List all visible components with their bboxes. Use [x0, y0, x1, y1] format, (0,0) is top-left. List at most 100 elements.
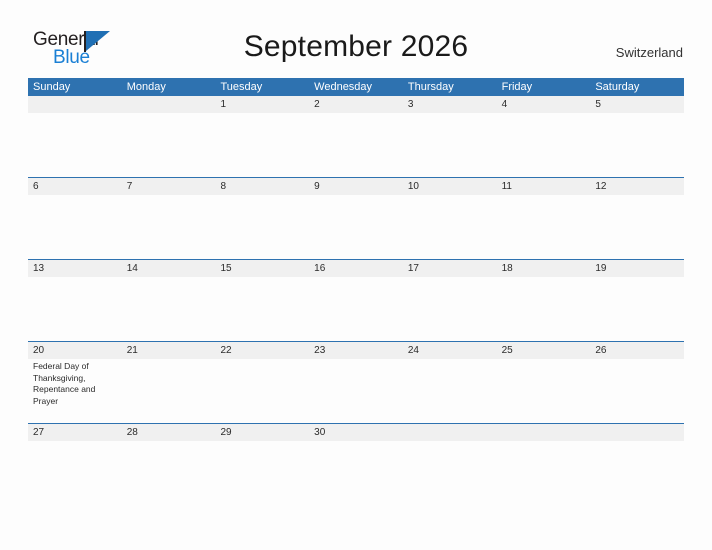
- day-cell[interactable]: [497, 359, 591, 423]
- day-header-sunday: Sunday: [33, 81, 71, 93]
- week-event-strip: [28, 441, 684, 505]
- day-cell[interactable]: [215, 195, 309, 259]
- day-cell[interactable]: [590, 113, 684, 177]
- day-cell[interactable]: [403, 195, 497, 259]
- day-number[interactable]: 25: [497, 342, 591, 359]
- page-title: September 2026: [243, 30, 469, 63]
- day-cell[interactable]: [497, 195, 591, 259]
- calendar-weeks: 1 2 3 4 5 6 7 8 9 10 11 12 13 14 15 16 17 18 19 20 21 22 23 24 2…: [28, 96, 684, 505]
- day-number-empty: [497, 424, 591, 441]
- day-number-empty: [28, 96, 122, 113]
- page-header: General Blue September 2026 Switzerland: [0, 0, 712, 78]
- calendar-week-row: 13 14 15 16 17 18 19: [28, 259, 684, 341]
- holiday-event-label: Federal Day of Thanksgiving, Repentance …: [33, 361, 96, 406]
- week-date-number-strip: 20 21 22 23 24 25 26: [28, 342, 684, 359]
- day-cell[interactable]: [215, 441, 309, 505]
- day-number[interactable]: 17: [403, 260, 497, 277]
- day-header-wednesday: Wednesday: [314, 81, 373, 93]
- day-number[interactable]: 11: [497, 178, 591, 195]
- day-number[interactable]: 27: [28, 424, 122, 441]
- day-number[interactable]: 4: [497, 96, 591, 113]
- day-number-empty: [403, 424, 497, 441]
- day-header-monday: Monday: [126, 81, 166, 93]
- week-date-number-strip: 13 14 15 16 17 18 19: [28, 260, 684, 277]
- day-header-saturday: Saturday: [595, 81, 640, 93]
- day-number[interactable]: 10: [403, 178, 497, 195]
- day-number[interactable]: 1: [215, 96, 309, 113]
- day-cell: [497, 441, 591, 505]
- day-cell[interactable]: [590, 195, 684, 259]
- calendar-week-row: 12345: [28, 96, 684, 177]
- day-cell[interactable]: [122, 359, 216, 423]
- week-date-number-strip: 27 28 29 30: [28, 424, 684, 441]
- day-number[interactable]: 20: [28, 342, 122, 359]
- day-cell[interactable]: [403, 359, 497, 423]
- day-header-thursday: Thursday: [407, 81, 454, 93]
- week-date-number-strip: 12345: [28, 96, 684, 113]
- day-cell: [590, 441, 684, 505]
- day-cell[interactable]: [309, 195, 403, 259]
- day-cell[interactable]: [28, 441, 122, 505]
- day-number[interactable]: 12: [590, 178, 684, 195]
- day-number-empty: [590, 424, 684, 441]
- day-number[interactable]: 5: [590, 96, 684, 113]
- day-number[interactable]: 7: [122, 178, 216, 195]
- day-cell[interactable]: [309, 113, 403, 177]
- day-number[interactable]: 23: [309, 342, 403, 359]
- day-cell[interactable]: [309, 277, 403, 341]
- week-event-strip: [28, 277, 684, 341]
- day-cell[interactable]: Federal Day of Thanksgiving, Repentance …: [28, 359, 122, 423]
- day-number[interactable]: 14: [122, 260, 216, 277]
- day-cell[interactable]: [309, 359, 403, 423]
- day-number[interactable]: 29: [215, 424, 309, 441]
- day-number[interactable]: 30: [309, 424, 403, 441]
- day-cell[interactable]: [497, 113, 591, 177]
- day-cell[interactable]: [590, 277, 684, 341]
- day-cell[interactable]: [28, 277, 122, 341]
- day-cell[interactable]: [28, 195, 122, 259]
- week-date-number-strip: 6 7 8 9 10 11 12: [28, 178, 684, 195]
- day-of-week-header-row: Sunday Monday Tuesday Wednesday Thursday…: [28, 78, 684, 96]
- day-cell[interactable]: [403, 277, 497, 341]
- day-cell[interactable]: [122, 195, 216, 259]
- day-cell[interactable]: [215, 277, 309, 341]
- day-number[interactable]: 18: [497, 260, 591, 277]
- day-number[interactable]: 9: [309, 178, 403, 195]
- week-event-strip: [28, 195, 684, 259]
- calendar-grid: Sunday Monday Tuesday Wednesday Thursday…: [28, 78, 684, 505]
- calendar-page: General Blue September 2026 Switzerland …: [0, 0, 712, 550]
- day-number[interactable]: 24: [403, 342, 497, 359]
- country-label: Switzerland: [615, 45, 683, 60]
- day-cell[interactable]: [122, 441, 216, 505]
- week-event-strip: [28, 113, 684, 177]
- day-number[interactable]: 3: [403, 96, 497, 113]
- day-cell[interactable]: [215, 359, 309, 423]
- day-header-friday: Friday: [501, 81, 533, 93]
- day-cell: [122, 113, 216, 177]
- day-number[interactable]: 15: [215, 260, 309, 277]
- calendar-week-row: 27 28 29 30: [28, 423, 684, 505]
- day-cell[interactable]: [309, 441, 403, 505]
- calendar-week-row: 20 21 22 23 24 25 26 Federal Day of Thanksgivin…: [28, 341, 684, 423]
- week-event-strip: Federal Day of Thanksgiving, Repentance …: [28, 359, 684, 423]
- day-number[interactable]: 6: [28, 178, 122, 195]
- day-cell[interactable]: [590, 359, 684, 423]
- day-number[interactable]: 16: [309, 260, 403, 277]
- day-number[interactable]: 13: [28, 260, 122, 277]
- day-number[interactable]: 22: [215, 342, 309, 359]
- day-number[interactable]: 26: [590, 342, 684, 359]
- day-cell: [403, 441, 497, 505]
- day-number[interactable]: 8: [215, 178, 309, 195]
- day-number[interactable]: 19: [590, 260, 684, 277]
- calendar-week-row: 6 7 8 9 10 11 12: [28, 177, 684, 259]
- day-header-tuesday: Tuesday: [220, 81, 263, 93]
- day-cell: [28, 113, 122, 177]
- day-cell[interactable]: [403, 113, 497, 177]
- day-cell[interactable]: [215, 113, 309, 177]
- day-number[interactable]: 28: [122, 424, 216, 441]
- day-number-empty: [122, 96, 216, 113]
- day-cell[interactable]: [497, 277, 591, 341]
- day-cell[interactable]: [122, 277, 216, 341]
- day-number[interactable]: 2: [309, 96, 403, 113]
- day-number[interactable]: 21: [122, 342, 216, 359]
